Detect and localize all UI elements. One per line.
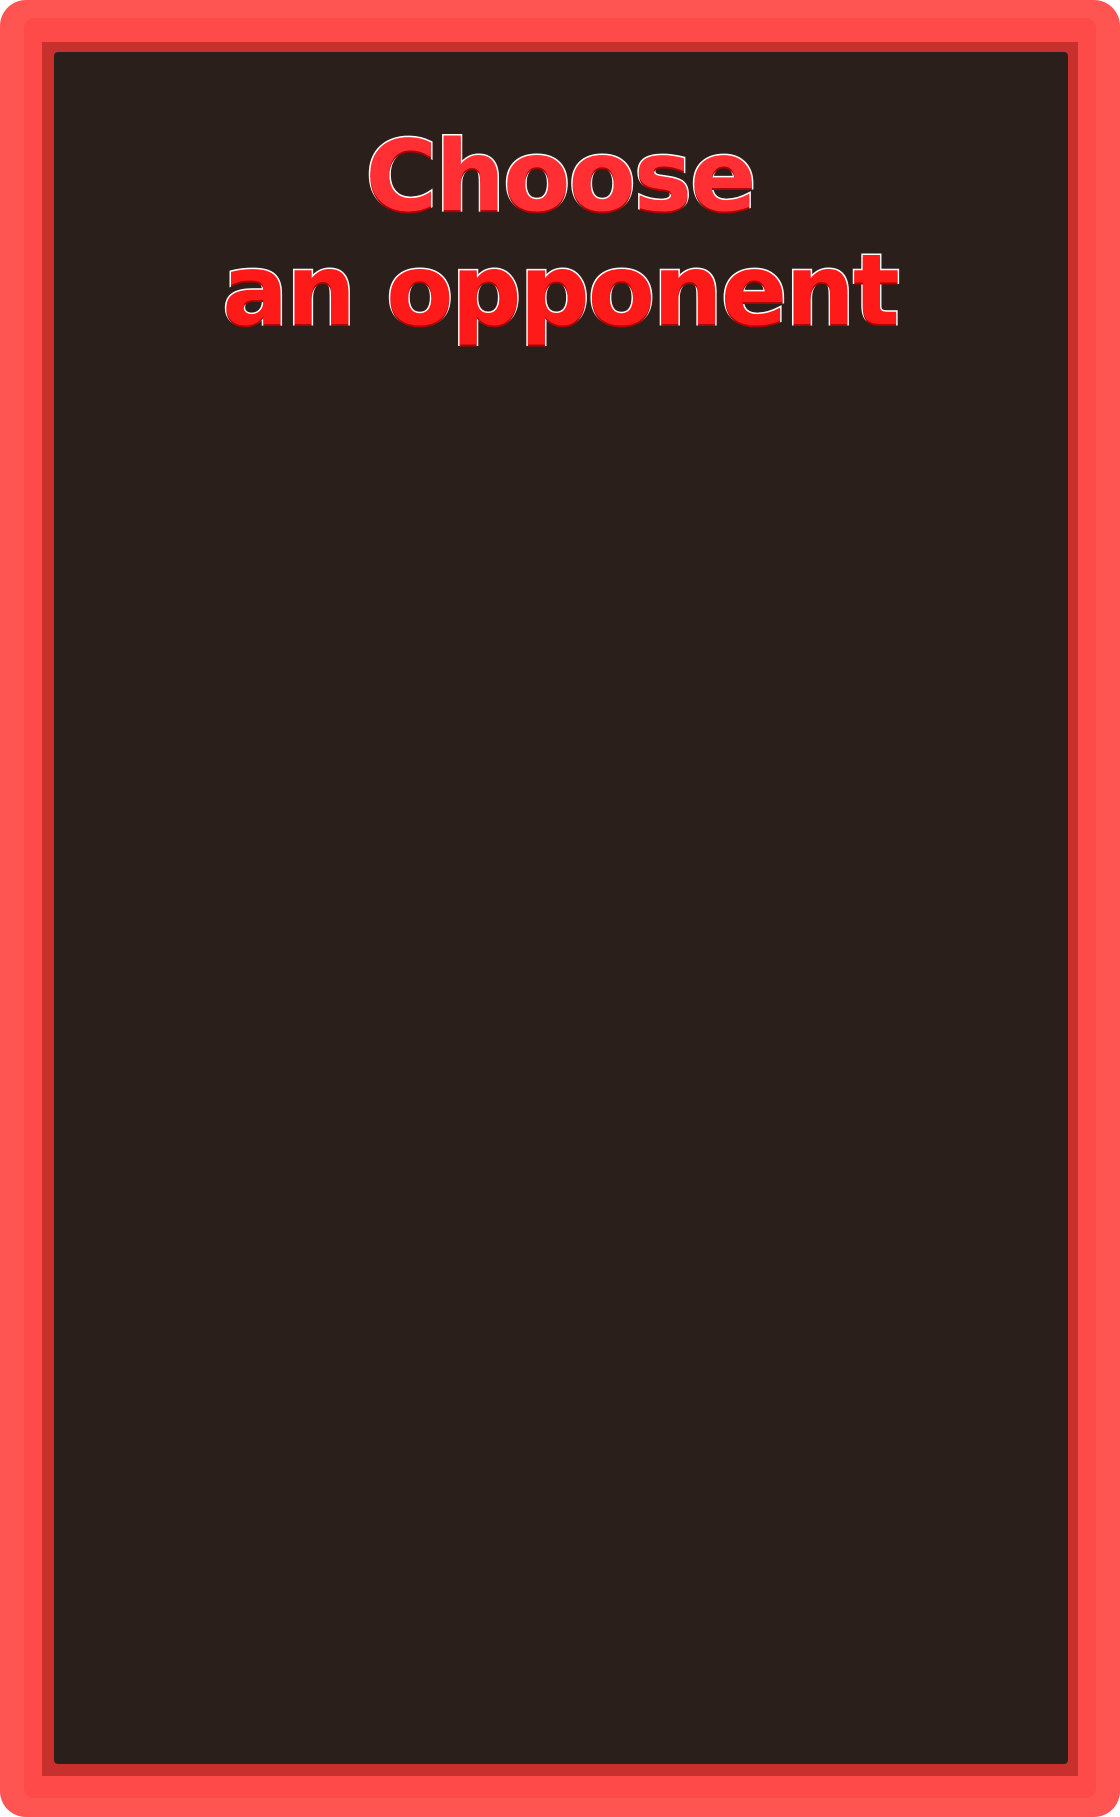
screen-title: Choose an opponent (0, 119, 1120, 350)
title-line-1: Choose (364, 119, 758, 236)
title-line-2: an opponent (221, 233, 902, 350)
